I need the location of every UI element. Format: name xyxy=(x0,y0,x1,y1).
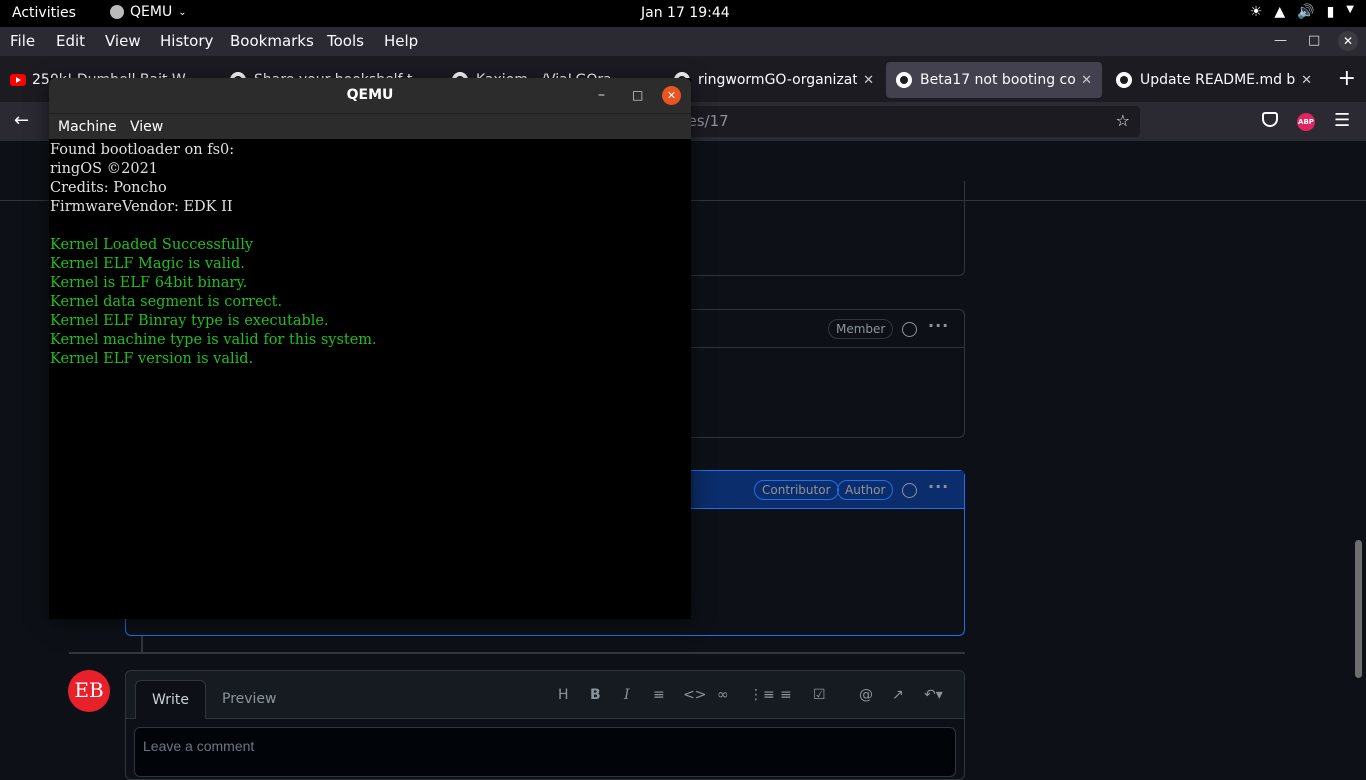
console-line: Kernel data segment is correct. xyxy=(50,294,283,310)
more-options-icon[interactable]: ··· xyxy=(928,316,949,335)
qemu-window: QEMU – □ ✕ Machine View Found bootloader… xyxy=(49,78,691,619)
pocket-icon[interactable] xyxy=(1262,112,1278,127)
numbered-list-icon[interactable]: ≡ xyxy=(780,687,792,703)
qemu-menu-view[interactable]: View xyxy=(130,119,163,135)
console-line: Kernel ELF Magic is valid. xyxy=(50,256,245,272)
app-menu-label: QEMU xyxy=(130,4,173,20)
cross-reference-icon[interactable]: ↗ xyxy=(892,687,904,703)
qemu-console[interactable]: Found bootloader on fs0: ringOS ©2021 Cr… xyxy=(49,139,690,619)
qemu-menu-machine[interactable]: Machine xyxy=(58,119,117,135)
link-icon[interactable]: ∞ xyxy=(717,687,729,703)
qemu-app-icon xyxy=(110,5,124,19)
chevron-down-icon: ⌄ xyxy=(178,6,187,18)
close-icon[interactable]: ✕ xyxy=(1081,73,1092,88)
task-list-icon[interactable]: ☑ xyxy=(813,687,826,703)
window-maximize-button[interactable]: □ xyxy=(1308,33,1320,48)
system-tray[interactable]: ☀ ▲ 🔊 ▮ ▼ xyxy=(1250,4,1354,20)
console-line: Kernel machine type is valid for this sy… xyxy=(50,332,377,348)
menu-history[interactable]: History xyxy=(160,32,213,50)
mention-icon[interactable]: @ xyxy=(859,687,873,703)
youtube-icon xyxy=(10,74,26,86)
wifi-icon: ▲ xyxy=(1274,4,1286,20)
code-icon[interactable]: <> xyxy=(683,687,706,703)
italic-button[interactable]: I xyxy=(624,687,630,703)
console-line: FirmwareVendor: EDK II xyxy=(50,199,233,215)
tab-github-5[interactable]: Update README.md by t ✕ xyxy=(1106,62,1322,98)
browser-menubar: File Edit View History Bookmarks Tools H… xyxy=(0,27,1366,56)
author-badge: Author xyxy=(837,480,894,500)
hamburger-menu-icon[interactable]: ☰ xyxy=(1334,110,1350,131)
comment-textarea[interactable]: Leave a comment xyxy=(134,727,956,777)
timeline-line xyxy=(141,636,143,652)
console-line: Kernel ELF version is valid. xyxy=(50,351,254,367)
console-line: Kernel is ELF 64bit binary. xyxy=(50,275,248,291)
timeline-end-divider xyxy=(69,652,965,654)
menu-tools[interactable]: Tools xyxy=(327,32,364,50)
page-scrollbar[interactable] xyxy=(1355,540,1362,678)
console-line: Kernel Loaded Successfully xyxy=(50,237,254,253)
console-line: Credits: Poncho xyxy=(50,180,167,196)
qemu-close-button[interactable]: ✕ xyxy=(662,86,681,105)
tab-preview[interactable]: Preview xyxy=(206,680,293,719)
menu-bookmarks[interactable]: Bookmarks xyxy=(230,32,314,50)
console-line: ringOS ©2021 xyxy=(50,161,159,177)
window-close-button[interactable]: ✕ xyxy=(1338,31,1358,51)
composer-tabs: Write Preview H B I ≡ <> ∞ ⋮≡ ≡ ☑ @ ↗ ↶▾ xyxy=(126,671,964,719)
activities-button[interactable]: Activities xyxy=(12,5,76,21)
tab-label: Update README.md by t xyxy=(1140,72,1296,88)
avatar[interactable]: EB xyxy=(68,670,110,712)
close-icon[interactable]: ✕ xyxy=(863,73,874,88)
system-top-bar: Activities QEMU ⌄ Jan 17 19:44 ☀ ▲ 🔊 ▮ ▼ xyxy=(0,0,1366,27)
qemu-titlebar[interactable]: QEMU – □ ✕ xyxy=(49,78,691,113)
quote-icon[interactable]: ≡ xyxy=(653,687,665,703)
volume-icon: 🔊 xyxy=(1297,4,1315,20)
battery-icon: ▮ xyxy=(1326,4,1335,20)
qemu-menubar: Machine View xyxy=(49,113,691,139)
tab-write[interactable]: Write xyxy=(135,680,206,719)
qemu-minimize-button[interactable]: – xyxy=(598,78,605,113)
qemu-maximize-button[interactable]: □ xyxy=(632,78,643,113)
bold-button[interactable]: B xyxy=(590,687,601,703)
clock[interactable]: Jan 17 19:44 xyxy=(641,5,730,21)
url-bar[interactable]: ues/17 ☆ xyxy=(640,106,1140,137)
tab-label: Beta17 not booting com xyxy=(920,72,1076,88)
app-menu[interactable]: QEMU ⌄ xyxy=(110,4,187,20)
tab-github-active[interactable]: Beta17 not booting com ✕ xyxy=(886,62,1102,98)
console-line: Found bootloader on fs0: xyxy=(50,142,235,158)
menu-help[interactable]: Help xyxy=(384,32,418,50)
menu-edit[interactable]: Edit xyxy=(56,32,85,50)
tab-github-3[interactable]: ringwormGO-organizatio ✕ xyxy=(664,62,884,98)
new-tab-button[interactable]: + xyxy=(1338,66,1356,91)
console-line: Kernel ELF Binray type is executable. xyxy=(50,313,329,329)
add-reaction-icon[interactable] xyxy=(902,483,917,498)
more-options-icon[interactable]: ··· xyxy=(928,477,949,496)
power-menu-icon: ▼ xyxy=(1346,4,1354,15)
adblock-icon[interactable]: ABP xyxy=(1297,113,1315,131)
github-icon xyxy=(1116,72,1132,88)
close-icon[interactable]: ✕ xyxy=(1301,73,1312,88)
member-badge: Member xyxy=(828,319,894,339)
brightness-icon: ☀ xyxy=(1249,4,1263,20)
window-minimize-button[interactable]: — xyxy=(1274,33,1287,48)
contributor-badge: Contributor xyxy=(754,480,839,500)
github-icon xyxy=(896,72,912,88)
comment-composer: Write Preview H B I ≡ <> ∞ ⋮≡ ≡ ☑ @ ↗ ↶▾… xyxy=(125,670,965,780)
menu-view[interactable]: View xyxy=(105,32,141,50)
qemu-title: QEMU xyxy=(346,87,394,103)
bookmark-star-icon[interactable]: ☆ xyxy=(1116,111,1130,130)
add-reaction-icon[interactable] xyxy=(902,322,917,337)
tab-label: ringwormGO-organizatio xyxy=(698,72,858,88)
heading-button[interactable]: H xyxy=(558,687,569,703)
back-arrow-icon[interactable]: ← xyxy=(14,110,29,131)
bulleted-list-icon[interactable]: ⋮≡ xyxy=(749,687,775,703)
reply-icon[interactable]: ↶▾ xyxy=(924,687,943,703)
menu-file[interactable]: File xyxy=(10,32,35,50)
